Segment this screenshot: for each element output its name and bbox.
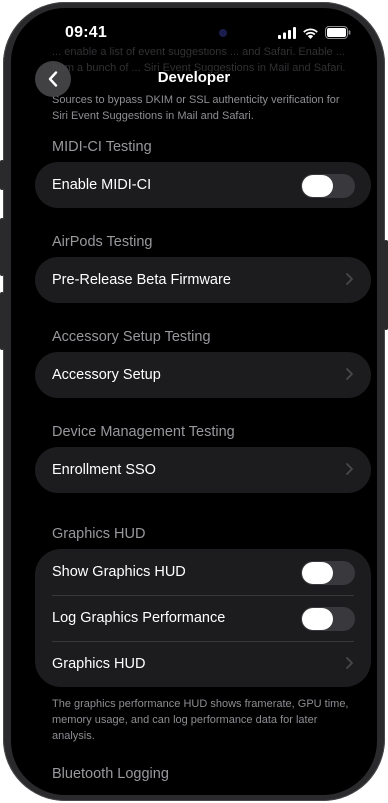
- section-title-midi: MIDI-CI Testing: [52, 139, 152, 155]
- row-show-graphics-hud: Show Graphics HUD: [35, 549, 371, 595]
- screen: ... enable a list of event suggestions .…: [11, 8, 377, 795]
- system-icons: [278, 26, 351, 39]
- row-label: Enable MIDI-CI: [52, 177, 152, 193]
- show-graphics-hud-toggle[interactable]: [301, 561, 355, 585]
- toggle-knob: [302, 608, 333, 630]
- graphics-hud-footnote: The graphics performance HUD shows frame…: [52, 698, 349, 742]
- section-title-device-management: Device Management Testing: [52, 424, 235, 440]
- section-title-graphics-hud: Graphics HUD: [52, 526, 146, 542]
- row-graphics-hud[interactable]: Graphics HUD: [35, 641, 371, 687]
- row-label: Pre-Release Beta Firmware: [52, 272, 231, 288]
- row-label: Show Graphics HUD: [52, 564, 186, 580]
- cellular-signal-icon: [278, 26, 296, 39]
- log-graphics-performance-toggle[interactable]: [301, 607, 355, 631]
- navigation-bar: Developer: [11, 60, 377, 100]
- row-log-graphics-performance: Log Graphics Performance: [35, 595, 371, 641]
- row-accessory-setup[interactable]: Accessory Setup: [35, 352, 371, 398]
- card-midi: Enable MIDI-CI: [35, 162, 371, 208]
- row-label: Graphics HUD: [52, 656, 146, 672]
- dynamic-island: [153, 18, 249, 48]
- camera-icon: [219, 29, 227, 37]
- card-graphics-hud: Show Graphics HUD Log Graphics Performan…: [35, 549, 371, 687]
- chevron-right-icon: [346, 657, 353, 669]
- toggle-knob: [302, 175, 333, 197]
- enable-midi-ci-toggle[interactable]: [301, 174, 355, 198]
- toggle-knob: [302, 562, 333, 584]
- section-title-bluetooth: Bluetooth Logging: [52, 766, 169, 782]
- chevron-right-icon: [346, 273, 353, 285]
- page-title: Developer: [157, 69, 231, 86]
- status-time: 09:41: [65, 24, 107, 41]
- section-title-accessory: Accessory Setup Testing: [52, 329, 211, 345]
- card-device-management: Enrollment SSO: [35, 447, 371, 493]
- row-label: Log Graphics Performance: [52, 610, 226, 626]
- card-airpods: Pre-Release Beta Firmware: [35, 257, 371, 303]
- power-button: [384, 240, 388, 330]
- row-enrollment-sso[interactable]: Enrollment SSO: [35, 447, 371, 493]
- section-title-airpods: AirPods Testing: [52, 234, 153, 250]
- row-pre-release-beta-firmware[interactable]: Pre-Release Beta Firmware: [35, 257, 371, 303]
- wifi-icon: [303, 28, 318, 39]
- chevron-right-icon: [346, 463, 353, 475]
- row-enable-midi-ci: Enable MIDI-CI: [35, 162, 371, 208]
- row-label: Accessory Setup: [52, 367, 161, 383]
- card-accessory: Accessory Setup: [35, 352, 371, 398]
- row-label: Enrollment SSO: [52, 462, 156, 478]
- volume-up-button: [0, 218, 4, 276]
- chevron-right-icon: [346, 368, 353, 380]
- battery-icon: [325, 26, 351, 39]
- volume-down-button: [0, 292, 4, 350]
- action-button: [0, 160, 4, 190]
